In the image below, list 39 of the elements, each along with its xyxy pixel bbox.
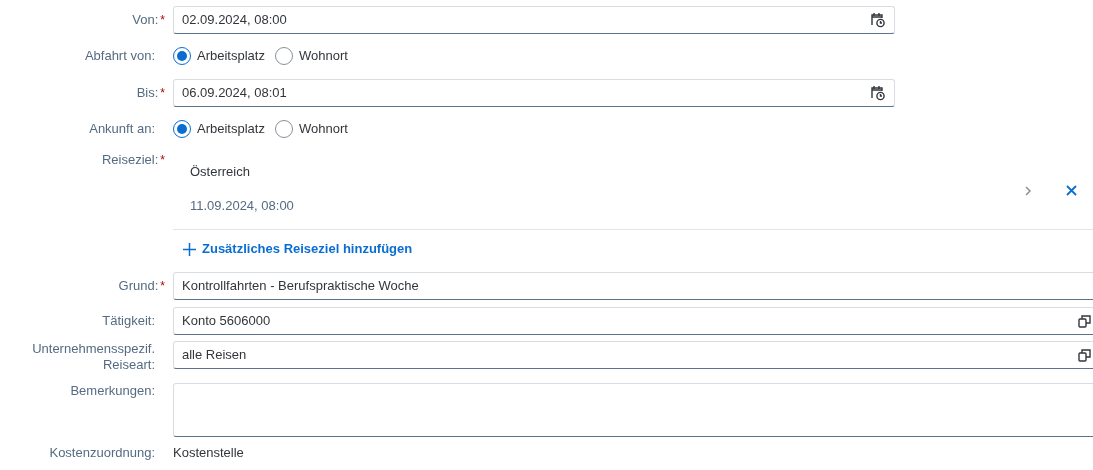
field-label: Von: (132, 11, 159, 28)
input-field[interactable]: Konto 5606000 (173, 306, 1093, 335)
field-value: alle Reisen (182, 346, 248, 365)
destination-date: 11.09.2024, 08:00 (190, 196, 295, 215)
calendar-clock-icon[interactable] (870, 11, 886, 28)
field-value: Kontrollfahrten - Berufspraktische Woche (182, 276, 420, 295)
required-marker: * (160, 11, 165, 28)
close-icon[interactable] (1066, 185, 1077, 196)
field-label: Bis: (136, 84, 159, 101)
value-help-icon[interactable] (1078, 348, 1092, 362)
field-value: 02.09.2024, 08:00 (182, 10, 288, 29)
destination-country: Österreich (190, 163, 251, 181)
radio-label: Arbeitsplatz (197, 47, 265, 66)
field-value: Kostenstelle (173, 444, 244, 463)
value-help-icon[interactable] (1078, 313, 1092, 328)
required-marker: * (160, 152, 165, 168)
field-label: Grund: (118, 277, 159, 294)
required-marker: * (160, 277, 165, 294)
field-value: 06.09.2024, 08:01 (182, 83, 288, 102)
field-label: Reiseziel: (101, 152, 159, 168)
plus-icon (183, 242, 196, 256)
add-destination-link[interactable]: Zusätzliches Reiseziel hinzufügen (173, 239, 413, 259)
required-marker: * (160, 84, 165, 101)
field-label: Ankunft an: (89, 121, 155, 137)
input-field[interactable]: Kontrollfahrten - Berufspraktische Woche (173, 271, 1093, 300)
chevron-right-icon[interactable] (1024, 185, 1032, 196)
input-field[interactable]: alle Reisen (173, 341, 1093, 369)
radio-label: Wohnort (298, 47, 348, 66)
radio-label: Arbeitsplatz (197, 120, 265, 139)
field-label: Unternehmensspezif. Reiseart: (31, 341, 155, 373)
input-field[interactable]: 06.09.2024, 08:01 (173, 78, 895, 107)
calendar-clock-icon[interactable] (870, 84, 886, 101)
field-label: Kostenzuordnung: (49, 445, 155, 461)
radio-label: Wohnort (298, 120, 348, 139)
field-label: Tätigkeit: (102, 312, 155, 329)
field-value: Konto 5606000 (182, 311, 272, 330)
field-label: Bemerkungen: (70, 383, 155, 399)
field-label: Abfahrt von: (84, 48, 155, 64)
input-field[interactable]: 02.09.2024, 08:00 (173, 5, 895, 34)
